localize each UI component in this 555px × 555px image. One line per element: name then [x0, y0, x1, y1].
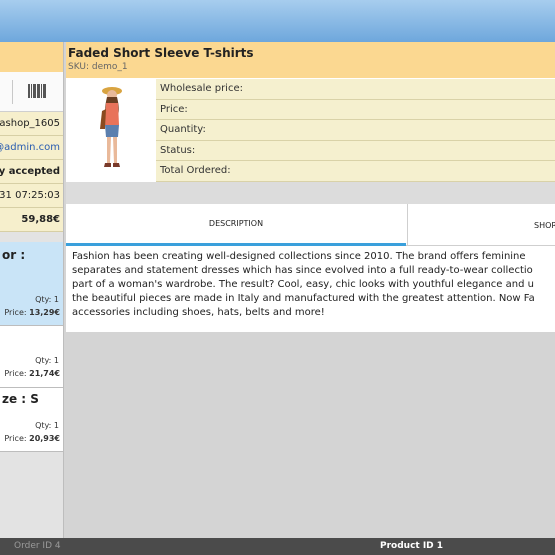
tab-description[interactable]: DESCRIPTION [66, 204, 406, 246]
spec-price: Price: [156, 99, 555, 120]
bottom-bar: Order ID 4 Product ID 1 [0, 538, 555, 555]
order-item-price: Price: 13,29€ [4, 308, 60, 317]
order-shop: ashop_1605 [0, 112, 63, 136]
order-email[interactable]: @admin.com [0, 136, 63, 160]
product-panel: Faded Short Sleeve T-shirts SKU: demo_1 … [66, 42, 555, 332]
spec-total-ordered: Total Ordered: [156, 161, 555, 182]
spec-status: Status: [156, 140, 555, 161]
order-item-price: Price: 20,93€ [4, 434, 60, 443]
barcode-icon[interactable] [28, 84, 46, 98]
description-line: part of a woman's wardrobe. The result? … [72, 279, 534, 290]
separator-band [66, 182, 555, 204]
product-title: Faded Short Sleeve T-shirts [68, 46, 254, 60]
order-panel: ashop_1605 @admin.com ely accepted 31 07… [0, 42, 64, 538]
product-tabs: DESCRIPTION SHOR [66, 204, 555, 246]
description-line: the beautiful pieces are made in Italy a… [72, 293, 535, 304]
order-status: ely accepted [0, 160, 63, 184]
description-line: accessories including shoes, hats, belts… [72, 307, 325, 318]
description-line: separates and statement dresses which ha… [72, 265, 533, 276]
toolbar-divider [12, 80, 13, 104]
product-image[interactable] [68, 79, 156, 182]
order-item-title: or : [2, 248, 26, 262]
product-id-label[interactable]: Product ID 1 [380, 541, 443, 551]
order-item-qty: Qty: 1 [35, 295, 59, 304]
product-sku: SKU: demo_1 [68, 62, 128, 72]
order-id-label[interactable]: Order ID 4 [14, 541, 61, 551]
order-item-qty: Qty: 1 [35, 356, 59, 365]
order-total: 59,88€ [0, 208, 63, 232]
order-item[interactable]: ze : S Qty: 1 Price: 20,93€ [0, 388, 63, 452]
tab-short[interactable]: SHOR [407, 204, 555, 246]
order-date: 31 07:25:03 [0, 184, 63, 208]
product-description: Fashion has been creating well-designed … [72, 250, 552, 320]
order-panel-header [0, 42, 63, 72]
action-bar [0, 0, 555, 42]
order-info: ashop_1605 @admin.com ely accepted 31 07… [0, 112, 63, 232]
order-item-title: ze : S [2, 392, 39, 406]
order-item[interactable]: or : Qty: 1 Price: 13,29€ [0, 242, 63, 326]
order-item-price: Price: 21,74€ [4, 369, 60, 378]
order-item[interactable]: Qty: 1 Price: 21,74€ [0, 326, 63, 388]
order-toolbar [0, 72, 63, 112]
description-line: Fashion has been creating well-designed … [72, 251, 526, 262]
order-item-qty: Qty: 1 [35, 421, 59, 430]
product-header: Faded Short Sleeve T-shirts SKU: demo_1 [66, 42, 555, 78]
product-specs: Wholesale price: Price: Quantity: Status… [156, 79, 555, 182]
spec-quantity: Quantity: [156, 120, 555, 141]
spec-wholesale-price: Wholesale price: [156, 79, 555, 100]
